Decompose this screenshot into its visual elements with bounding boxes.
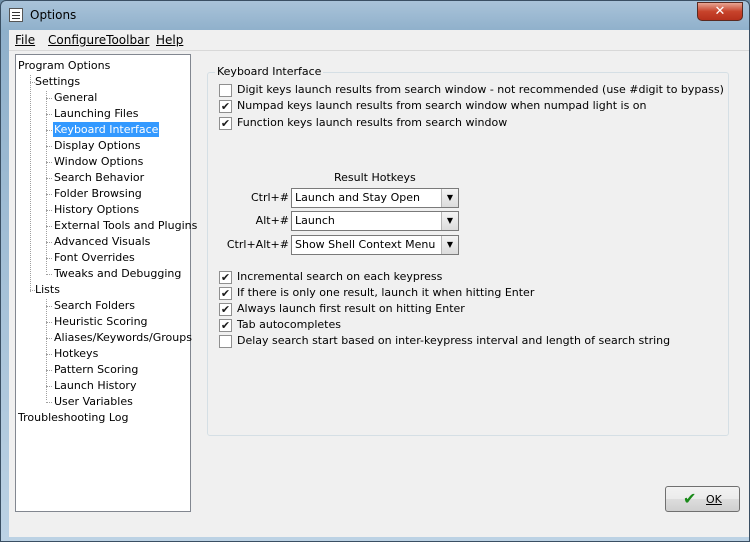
hotkey-alt-select[interactable]: Launch ▼ xyxy=(291,211,459,231)
tree-connector xyxy=(46,114,52,115)
tree-item-search-folders[interactable]: Search Folders xyxy=(53,298,136,313)
tree-connector xyxy=(46,306,52,307)
hotkey-alt-label: Alt+# xyxy=(255,214,289,227)
option-numpad-keys-label: Numpad keys launch results from search w… xyxy=(237,99,647,112)
tree-connector xyxy=(46,338,52,339)
ok-button[interactable]: ✔ OK xyxy=(665,486,740,512)
menu-bar: File ConfigureToolbar Help xyxy=(9,30,749,51)
hotkey-alt-value: Launch xyxy=(295,214,335,227)
tree-item-advanced-visuals[interactable]: Advanced Visuals xyxy=(53,234,151,249)
option-delay-search-label: Delay search start based on inter-keypre… xyxy=(237,334,671,347)
options-window: Options ✕ File ConfigureToolbar Help Pro… xyxy=(0,0,750,542)
settings-panel: Keyboard Interface Digit keys launch res… xyxy=(199,54,743,488)
options-tree[interactable]: Program Options Settings General Launchi… xyxy=(15,54,197,512)
checkbox-tab-autocompletes[interactable]: ✔ xyxy=(219,319,232,332)
tree-item-general[interactable]: General xyxy=(53,90,98,105)
tree-item-settings[interactable]: Settings xyxy=(34,74,81,89)
title-bar[interactable]: Options ✕ xyxy=(1,1,749,30)
menu-file[interactable]: File xyxy=(15,33,35,47)
hotkey-ctrl-label: Ctrl+# xyxy=(250,191,289,204)
app-icon xyxy=(9,8,23,22)
option-incremental-search-label: Incremental search on each keypress xyxy=(237,270,443,283)
tree-item-heuristic-scoring[interactable]: Heuristic Scoring xyxy=(53,314,149,329)
tree-item-tweaks-debugging[interactable]: Tweaks and Debugging xyxy=(53,266,182,281)
hotkey-ctrl-alt-select[interactable]: Show Shell Context Menu ▼ xyxy=(291,235,459,255)
tree-item-hotkeys[interactable]: Hotkeys xyxy=(53,346,99,361)
tree-item-window-options[interactable]: Window Options xyxy=(53,154,144,169)
checkbox-incremental-search[interactable]: ✔ xyxy=(219,271,232,284)
tree-item-pattern-scoring[interactable]: Pattern Scoring xyxy=(53,362,139,377)
option-launch-first-result-label: Always launch first result on hitting En… xyxy=(237,302,465,315)
window-title: Options xyxy=(30,8,77,22)
chevron-down-icon[interactable]: ▼ xyxy=(441,189,458,207)
tree-connector xyxy=(46,354,52,355)
tree-connector xyxy=(46,98,52,99)
tree-connector xyxy=(46,370,52,371)
menu-help-label: Help xyxy=(156,33,184,47)
chevron-down-icon[interactable]: ▼ xyxy=(441,236,458,254)
tree-item-font-overrides[interactable]: Font Overrides xyxy=(53,250,136,265)
hotkey-ctrl-select[interactable]: Launch and Stay Open ▼ xyxy=(291,188,459,208)
tree-connector xyxy=(46,242,52,243)
tree-connector xyxy=(46,322,52,323)
tree-item-folder-browsing[interactable]: Folder Browsing xyxy=(53,186,143,201)
tree-connector xyxy=(46,210,52,211)
result-hotkeys-title: Result Hotkeys xyxy=(334,171,416,184)
checkbox-function-keys[interactable]: ✔ xyxy=(219,117,232,130)
tree-connector xyxy=(46,299,47,400)
tree-item-display-options[interactable]: Display Options xyxy=(53,138,142,153)
tree-connector xyxy=(46,226,52,227)
tree-item-program-options[interactable]: Program Options xyxy=(17,58,111,73)
checkbox-numpad-keys[interactable]: ✔ xyxy=(219,100,232,113)
option-tab-autocompletes-label: Tab autocompletes xyxy=(237,318,341,331)
group-title: Keyboard Interface xyxy=(215,65,324,78)
tree-connector xyxy=(46,130,52,131)
hotkey-ctrl-alt-label: Ctrl+Alt+# xyxy=(226,238,289,251)
checkmark-icon: ✔ xyxy=(683,489,697,508)
tree-connector xyxy=(30,75,31,292)
tree-connector xyxy=(46,274,52,275)
close-button[interactable]: ✕ xyxy=(697,2,743,21)
checkbox-digit-keys[interactable] xyxy=(219,84,232,97)
tree-item-external-tools[interactable]: External Tools and Plugins xyxy=(53,218,198,233)
tree-connector xyxy=(46,258,52,259)
client-area: File ConfigureToolbar Help Program Optio… xyxy=(9,30,749,537)
tree-item-troubleshooting-log[interactable]: Troubleshooting Log xyxy=(17,410,130,425)
option-function-keys-label: Function keys launch results from search… xyxy=(237,116,508,129)
tree-connector xyxy=(46,194,52,195)
tree-connector xyxy=(46,386,52,387)
tree-item-history-options[interactable]: History Options xyxy=(53,202,140,217)
hotkey-ctrl-alt-value: Show Shell Context Menu xyxy=(295,238,436,251)
checkbox-single-result-launch[interactable]: ✔ xyxy=(219,287,232,300)
hotkey-ctrl-value: Launch and Stay Open xyxy=(295,191,420,204)
tree-connector xyxy=(46,91,47,272)
tree-connector xyxy=(46,178,52,179)
menu-help[interactable]: Help xyxy=(156,33,183,47)
tree-item-aliases[interactable]: Aliases/Keywords/Groups xyxy=(53,330,193,345)
option-digit-keys-label: Digit keys launch results from search wi… xyxy=(237,83,724,96)
checkbox-launch-first-result[interactable]: ✔ xyxy=(219,303,232,316)
chevron-down-icon[interactable]: ▼ xyxy=(441,212,458,230)
tree-item-user-variables[interactable]: User Variables xyxy=(53,394,134,409)
tree-connector xyxy=(46,402,52,403)
tree-item-search-behavior[interactable]: Search Behavior xyxy=(53,170,145,185)
tree-connector xyxy=(46,146,52,147)
menu-configure-toolbar[interactable]: ConfigureToolbar xyxy=(48,33,149,47)
menu-configure-toolbar-label: ConfigureToolbar xyxy=(48,33,150,47)
checkbox-delay-search[interactable] xyxy=(219,335,232,348)
tree-item-launch-history[interactable]: Launch History xyxy=(53,378,137,393)
menu-file-label: File xyxy=(15,33,36,47)
ok-button-label: OK xyxy=(706,493,722,506)
tree-connector xyxy=(46,162,52,163)
tree-item-keyboard-interface[interactable]: Keyboard Interface xyxy=(53,122,160,137)
option-single-result-launch-label: If there is only one result, launch it w… xyxy=(237,286,535,299)
tree-item-lists[interactable]: Lists xyxy=(34,282,61,297)
tree-item-launching-files[interactable]: Launching Files xyxy=(53,106,139,121)
